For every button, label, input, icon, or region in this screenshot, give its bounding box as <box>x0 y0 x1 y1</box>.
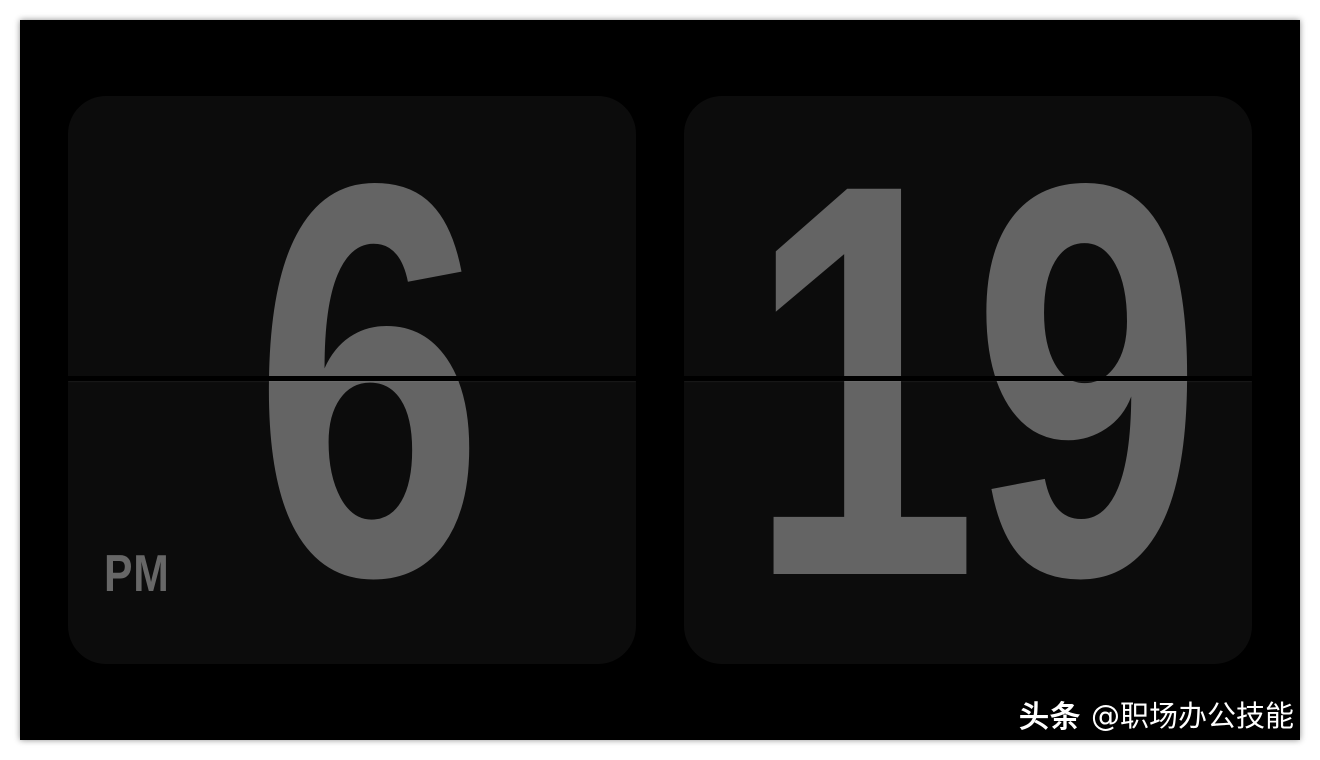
watermark-brand: 头条 <box>1018 700 1081 735</box>
hours-card: 6 PM <box>68 96 636 664</box>
minutes-card: 19 <box>684 96 1252 664</box>
hours-card-split-line <box>68 376 636 381</box>
meridiem-label: PM <box>104 545 170 603</box>
flip-clock-screen: 6 PM 19 头条 @职场办公技能 <box>20 20 1300 740</box>
watermark: 头条 @职场办公技能 <box>1018 694 1294 735</box>
watermark-handle: @职场办公技能 <box>1090 699 1294 733</box>
minutes-card-split-line <box>684 376 1252 381</box>
